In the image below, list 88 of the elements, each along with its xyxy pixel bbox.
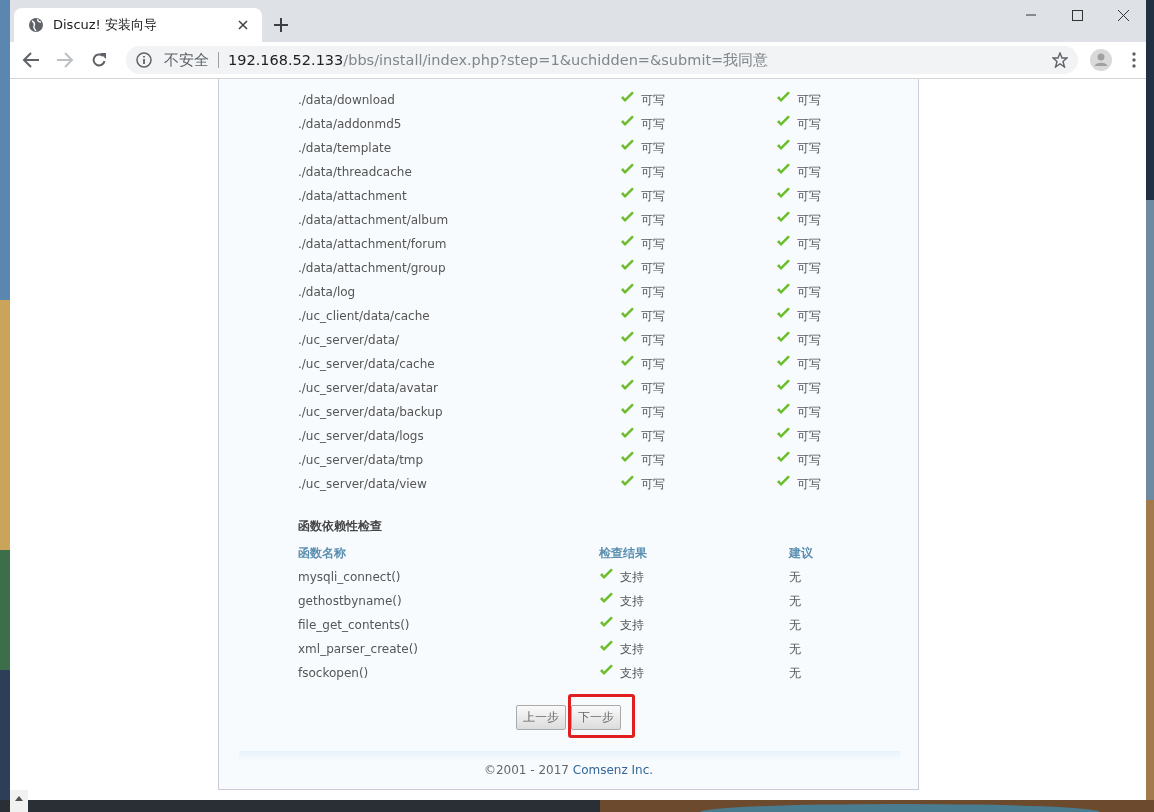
profile-icon[interactable]	[1090, 49, 1112, 71]
tab-title: Discuz! 安装向导	[53, 16, 158, 34]
directory-path: ./uc_server/data/backup	[298, 405, 444, 419]
close-icon[interactable]	[238, 20, 248, 30]
column-header: 建议	[789, 544, 814, 562]
status-text: 可写	[797, 283, 821, 301]
status-text: 可写	[641, 259, 665, 277]
globe-icon	[28, 17, 44, 33]
directory-path: ./data/threadcache	[298, 165, 413, 179]
status-text: 可写	[797, 235, 821, 253]
address-bar[interactable]: 不安全 192.168.52.133/bbs/install/index.php?step=1&uchidden=&submit=我同意	[126, 46, 1078, 74]
directory-path: ./uc_server/data/avatar	[298, 381, 439, 395]
function-name: fsockopen()	[298, 666, 370, 680]
step-button[interactable]: 下一步	[571, 705, 621, 730]
status-text: 可写	[641, 403, 665, 421]
advice-text: 无	[789, 568, 802, 586]
status-text: 可写	[641, 115, 665, 133]
star-icon[interactable]	[1052, 52, 1068, 68]
status-text: 可写	[641, 451, 665, 469]
directory-path: ./data/attachment/group	[298, 261, 447, 275]
advice-text: 无	[789, 664, 802, 682]
directory-path: ./uc_client/data/cache	[298, 309, 431, 323]
status-text: 可写	[641, 211, 665, 229]
status-text: 可写	[641, 139, 665, 157]
status-text: 可写	[641, 91, 665, 109]
directory-path: ./uc_server/data/tmp	[298, 453, 425, 467]
advice-text: 无	[789, 640, 802, 658]
security-label: 不安全	[164, 50, 209, 70]
status-text: 可写	[797, 403, 821, 421]
status-text: 可写	[641, 427, 665, 445]
copyright-text: ©2001 - 2017 Comsenz Inc.	[483, 763, 654, 777]
status-text: 可写	[641, 283, 665, 301]
directory-path: ./uc_server/data/view	[298, 477, 428, 491]
status-text: 支持	[620, 592, 644, 610]
directory-path: ./uc_server/data/cache	[298, 357, 436, 371]
directory-path: ./uc_server/data/logs	[298, 429, 425, 443]
status-text: 可写	[797, 163, 821, 181]
function-name: mysqli_connect()	[298, 570, 402, 584]
directory-path: ./data/addonmd5	[298, 117, 403, 131]
directory-path: ./data/attachment	[298, 189, 408, 203]
column-header: 函数名称	[298, 544, 347, 562]
status-text: 可写	[641, 355, 665, 373]
menu-icon[interactable]	[1132, 52, 1136, 68]
directory-path: ./data/download	[298, 93, 396, 107]
step-button[interactable]: 上一步	[516, 705, 566, 730]
url-text: 192.168.52.133/bbs/install/index.php?step=1&uchidden=&submit=我同意	[228, 50, 769, 70]
status-text: 可写	[641, 235, 665, 253]
directory-path: ./data/log	[298, 285, 357, 299]
status-text: 可写	[797, 451, 821, 469]
status-text: 可写	[641, 307, 665, 325]
advice-text: 无	[789, 616, 802, 634]
function-name: file_get_contents()	[298, 618, 411, 632]
status-text: 可写	[797, 139, 821, 157]
directory-path: ./uc_server/data/	[298, 333, 401, 347]
status-text: 支持	[620, 568, 644, 586]
browser-tab[interactable]: Discuz! 安装向导	[14, 8, 262, 42]
status-text: 可写	[797, 91, 821, 109]
status-text: 支持	[620, 664, 644, 682]
directory-path: ./data/attachment/album	[298, 213, 450, 227]
status-text: 可写	[641, 187, 665, 205]
status-text: 可写	[797, 475, 821, 493]
reload-icon[interactable]	[90, 52, 108, 68]
status-text: 可写	[797, 211, 821, 229]
status-text: 可写	[797, 259, 821, 277]
directory-path: ./data/template	[298, 141, 393, 155]
status-text: 可写	[797, 379, 821, 397]
info-icon[interactable]	[136, 52, 152, 68]
new-tab-icon[interactable]	[274, 18, 288, 32]
column-header: 检查结果	[599, 544, 648, 562]
status-text: 可写	[797, 115, 821, 133]
status-text: 可写	[641, 475, 665, 493]
section-title: 函数依赖性检查	[298, 518, 383, 535]
directory-path: ./data/attachment/forum	[298, 237, 448, 251]
status-text: 可写	[797, 355, 821, 373]
status-text: 可写	[641, 331, 665, 349]
function-name: xml_parser_create()	[298, 642, 420, 656]
company-link[interactable]: Comsenz Inc.	[572, 763, 654, 777]
advice-text: 无	[789, 592, 802, 610]
status-text: 可写	[641, 379, 665, 397]
function-name: gethostbyname()	[298, 594, 403, 608]
status-text: 可写	[641, 163, 665, 181]
back-icon[interactable]	[22, 52, 40, 68]
status-text: 可写	[797, 307, 821, 325]
status-text: 支持	[620, 616, 644, 634]
status-text: 支持	[620, 640, 644, 658]
status-text: 可写	[797, 427, 821, 445]
status-text: 可写	[797, 187, 821, 205]
status-text: 可写	[797, 331, 821, 349]
